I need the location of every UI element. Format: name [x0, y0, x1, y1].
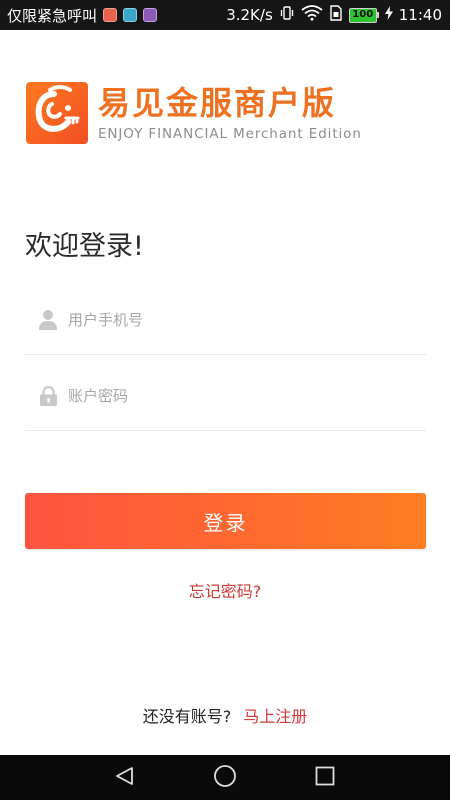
home-button[interactable]: [175, 755, 275, 800]
register-link[interactable]: 马上注册: [243, 707, 307, 726]
system-nav-bar: [0, 755, 450, 800]
notification-gallery-icon: [143, 8, 158, 22]
status-right: 3.2K/s 100 11:40: [226, 5, 442, 25]
logo-mark-icon: [26, 82, 88, 144]
back-button[interactable]: [75, 755, 175, 800]
password-field[interactable]: [25, 361, 426, 431]
phone-input[interactable]: [68, 310, 426, 329]
vibrate-icon: [279, 5, 295, 25]
brand-text: 易见金服商户版 ENJOY FINANCIAL Merchant Edition: [98, 84, 362, 142]
charging-icon: [384, 6, 393, 24]
login-button[interactable]: 登录: [25, 493, 426, 549]
wifi-icon: [301, 5, 323, 25]
home-icon: [213, 764, 237, 792]
recents-button[interactable]: [275, 755, 375, 800]
lock-icon: [37, 384, 59, 408]
brand-header: 易见金服商户版 ENJOY FINANCIAL Merchant Edition: [26, 82, 362, 144]
carrier-text: 仅限紧急呼叫: [7, 6, 98, 25]
brand-subtitle: ENJOY FINANCIAL Merchant Edition: [98, 126, 362, 142]
sim-icon: [329, 5, 343, 25]
forgot-password-link[interactable]: 忘记密码?: [0, 578, 450, 602]
battery-icon: 100: [348, 7, 379, 23]
status-bar: 仅限紧急呼叫 3.2K/s 100 11:40: [0, 0, 450, 30]
notification-image-icon: [123, 8, 138, 22]
battery-level: 100: [348, 7, 377, 23]
clock: 11:40: [398, 6, 442, 24]
no-account-text: 还没有账号?: [142, 707, 232, 726]
brand-name: 易见金服商户版: [98, 84, 337, 122]
status-left: 仅限紧急呼叫: [7, 5, 158, 26]
page-title: 欢迎登录!: [25, 231, 144, 262]
back-icon: [114, 765, 136, 791]
notification-app-icon: [103, 8, 118, 22]
recents-icon: [315, 766, 335, 790]
register-row: 还没有账号? 马上注册: [0, 703, 450, 727]
password-input[interactable]: [68, 386, 426, 405]
phone-field[interactable]: [25, 285, 426, 355]
user-icon: [37, 308, 59, 332]
network-speed: 3.2K/s: [226, 6, 273, 24]
